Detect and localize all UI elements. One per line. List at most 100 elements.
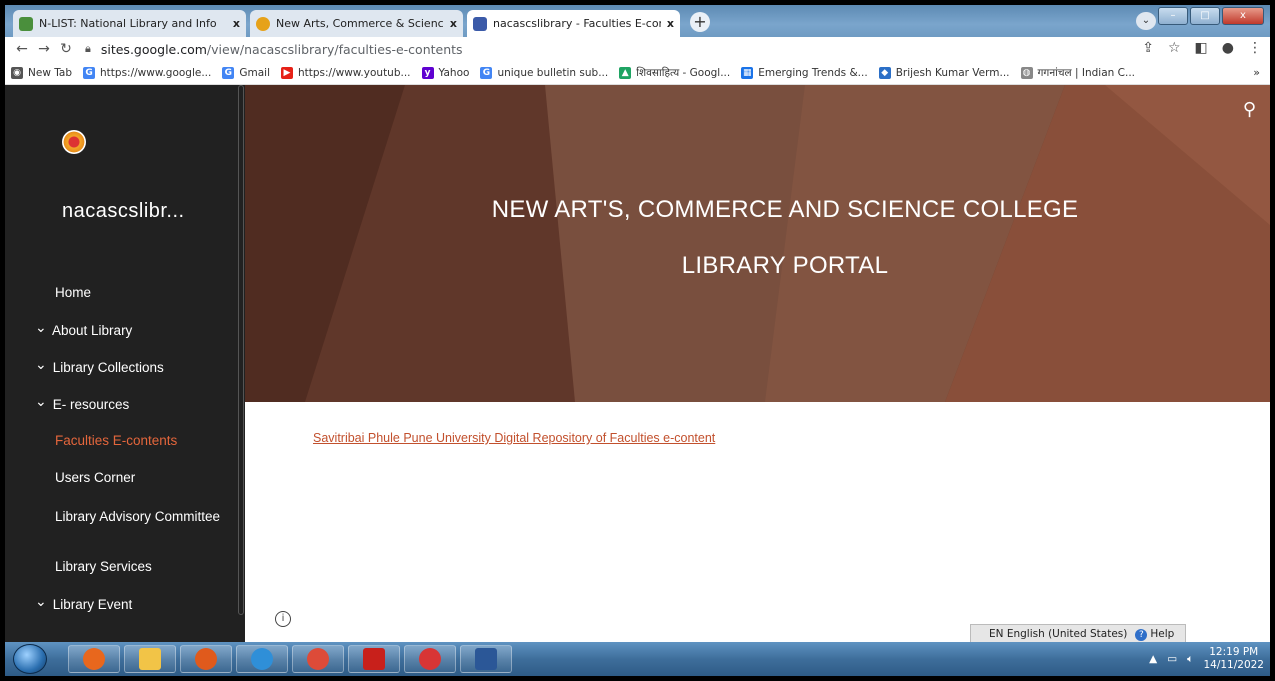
hero-title: NEW ART'S, COMMERCE AND SCIENCE COLLEGE … [245, 182, 1270, 294]
sidebar-item-faculties-e-contents[interactable]: Faculties E-contents [55, 433, 225, 449]
spppu-repository-link[interactable]: Savitribai Phule Pune University Digital… [313, 431, 715, 445]
tab-strip: N-LIST: National Library and Info x New … [5, 5, 1270, 37]
sidebar-item-e-resources[interactable]: ⌄ E- resources [35, 393, 205, 413]
share-icon[interactable]: ⇪ [1142, 40, 1154, 56]
taskbar-acrobat[interactable] [348, 645, 400, 673]
site-name[interactable]: nacascslibr... [62, 200, 185, 223]
taskbar-word[interactable] [460, 645, 512, 673]
system-tray: ▲ ▭ 🔈︎ 12:19 PM 14/11/2022 [1149, 646, 1264, 672]
bookmarks-bar: ◉ New Tab Ghttps://www.google... G Gmail ▶ htt… [5, 61, 1270, 85]
bookmark-item[interactable]: Gunique bulletin sub... [480, 66, 609, 79]
sidebar-item-label: Library Collections [52, 360, 164, 375]
maximize-button[interactable]: □ [1190, 7, 1220, 25]
bookmark-item[interactable]: Ghttps://www.google... [83, 66, 212, 79]
taskbar-media-player[interactable] [180, 645, 232, 673]
bookmark-item[interactable]: ◆ Brijesh Kumar Verm... [878, 66, 1010, 79]
taskbar-internet-explorer[interactable] [236, 645, 288, 673]
tab-nlist[interactable]: N-LIST: National Library and Info x [13, 10, 246, 37]
firefox-icon [83, 648, 105, 670]
windows-taskbar: ▲ ▭ 🔈︎ 12:19 PM 14/11/2022 [5, 642, 1270, 676]
url-path: /view/nacascslibrary/faculties-e-content… [206, 41, 463, 57]
file-explorer-icon [139, 648, 161, 670]
bookmark-item[interactable]: ▶ https://www.youtub... [281, 66, 411, 79]
bookmark-item[interactable]: y Yahoo [421, 66, 470, 79]
hero-banner: NEW ART'S, COMMERCE AND SCIENCE COLLEGE … [245, 85, 1270, 402]
taskbar-file-explorer[interactable] [124, 645, 176, 673]
minimize-button[interactable]: – [1158, 7, 1188, 25]
bookmark-label: Yahoo [438, 66, 470, 79]
profile-avatar-icon[interactable]: ● [1222, 40, 1234, 56]
clock-date: 14/11/2022 [1203, 659, 1264, 671]
info-icon[interactable]: i [275, 611, 291, 627]
chevron-down-icon[interactable]: ⌄ [35, 319, 49, 335]
volume-muted-icon[interactable]: 🔈︎ [1187, 653, 1193, 666]
google-icon: G [480, 66, 493, 79]
tab-title: N-LIST: National Library and Info [39, 17, 217, 30]
tab-search-icon[interactable]: ⌄ [1136, 12, 1156, 30]
language-indicator[interactable]: EN English (United States) [989, 628, 1127, 640]
bookmark-item[interactable]: ▦ Emerging Trends &... [741, 66, 868, 79]
taskbar-pinwheel-app[interactable] [404, 645, 456, 673]
close-window-button[interactable]: x [1222, 7, 1264, 25]
tab-faculties[interactable]: nacascslibrary - Faculties E-conte x [467, 10, 680, 37]
sidebar-item-home[interactable]: Home [55, 285, 225, 301]
bookmark-star-icon[interactable]: ☆ [1168, 40, 1181, 56]
start-button[interactable] [13, 644, 47, 674]
tab-college[interactable]: New Arts, Commerce & Science x [250, 10, 463, 37]
sidebar-item-library-event[interactable]: ⌄ Library Event [35, 593, 205, 613]
bookmark-item[interactable]: ◍ गगनांचल | Indian C... [1020, 66, 1135, 80]
close-icon[interactable]: x [667, 17, 674, 30]
sidebar-item-users-corner[interactable]: Users Corner [55, 470, 225, 486]
bookmark-item[interactable]: ◉ New Tab [11, 66, 72, 79]
sidebar-item-label: Home [55, 285, 92, 300]
site-search-icon[interactable]: ⚲ [1243, 99, 1256, 120]
clock-time: 12:19 PM [1209, 646, 1259, 658]
google-icon: G [83, 66, 96, 79]
globe-icon: ◍ [1020, 66, 1033, 79]
youtube-icon: ▶ [281, 66, 293, 79]
college-logo[interactable] [62, 130, 86, 154]
sidebar-item-library-services[interactable]: Library Services [55, 559, 225, 575]
tray-expand-icon[interactable]: ▲ [1149, 653, 1157, 665]
menu-kebab-icon[interactable]: ⋮ [1248, 40, 1262, 56]
browser-window: N-LIST: National Library and Info x New … [5, 5, 1270, 676]
chevron-down-icon[interactable]: ⌄ [35, 593, 49, 609]
language-bar: EN English (United States) ? Help [970, 624, 1186, 642]
network-icon[interactable]: ▭ [1167, 653, 1177, 665]
chevron-down-icon[interactable]: ⌄ [35, 393, 49, 409]
clock[interactable]: 12:19 PM 14/11/2022 [1203, 646, 1264, 672]
reload-icon[interactable]: ↻ [55, 41, 77, 57]
sidebar-item-label: About Library [52, 323, 133, 338]
web-page: nacascslibr... Home ⌄ About Library ⌄ Libr… [5, 85, 1270, 642]
sidebar-item-library-advisory-committee[interactable]: Library Advisory Committee [55, 509, 225, 525]
google-icon: G [222, 66, 235, 79]
side-panel-icon[interactable]: ◧ [1195, 40, 1208, 56]
bookmark-label: Emerging Trends &... [758, 66, 868, 79]
bookmarks-overflow-button[interactable]: » [1253, 66, 1260, 79]
sidebar-item-label: Library Services [55, 559, 152, 574]
address-bar[interactable]: sites.google.com/view/nacascslibrary/fac… [101, 42, 463, 57]
chevron-down-icon[interactable]: ⌄ [35, 356, 49, 372]
taskbar-chrome[interactable] [292, 645, 344, 673]
bookmark-item[interactable]: G Gmail [222, 66, 270, 79]
site-sidebar: nacascslibr... Home ⌄ About Library ⌄ Libr… [5, 85, 245, 642]
forward-icon[interactable]: → [33, 41, 55, 57]
bookmark-label: unique bulletin sub... [497, 66, 609, 79]
help-button[interactable]: ? Help [1135, 628, 1174, 641]
sidebar-item-library-collections[interactable]: ⌄ Library Collections [35, 356, 205, 376]
bookmark-item[interactable]: ▲ शिवसाहित्य - Googl... [619, 66, 730, 80]
hero-title-line-2: LIBRARY PORTAL [681, 252, 889, 279]
acrobat-icon [363, 648, 385, 670]
back-icon[interactable]: ← [11, 41, 33, 57]
new-tab-button[interactable]: + [690, 12, 710, 32]
tab-title: New Arts, Commerce & Science [276, 17, 444, 30]
sidebar-scrollbar[interactable] [238, 85, 244, 615]
college-favicon-icon [256, 16, 270, 31]
close-icon[interactable]: x [450, 17, 457, 30]
bookmark-label: https://www.google... [100, 66, 212, 79]
taskbar-firefox[interactable] [68, 645, 120, 673]
close-icon[interactable]: x [233, 17, 240, 30]
sidebar-item-label: Library Advisory Committee [55, 509, 221, 524]
lock-icon[interactable]: 🔒︎ [85, 42, 91, 56]
sidebar-item-about-library[interactable]: ⌄ About Library [35, 319, 205, 339]
